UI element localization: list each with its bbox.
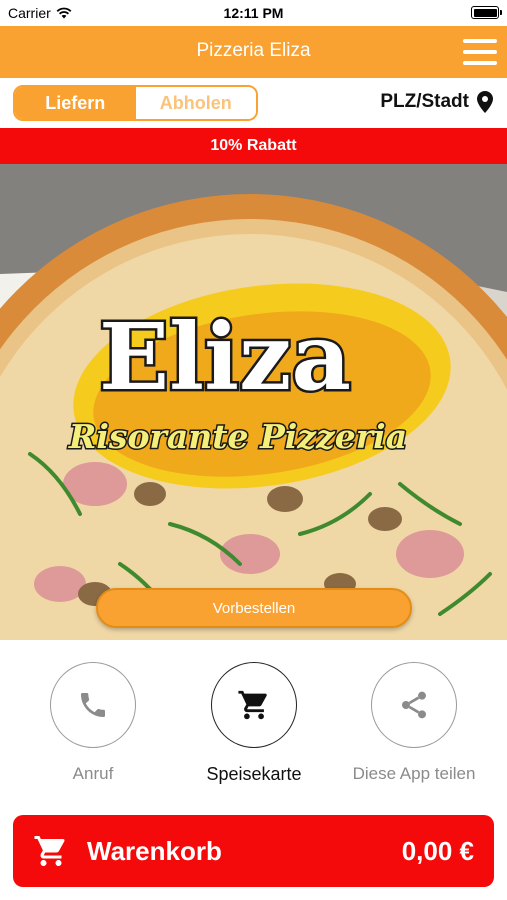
hamburger-menu-icon[interactable]: [463, 39, 497, 65]
share-action[interactable]: Diese App teilen: [339, 662, 489, 784]
cart-total: 0,00 €: [401, 835, 474, 866]
logo-subtitle: Risorante Pizzeria: [68, 417, 407, 456]
deliver-tab[interactable]: Liefern: [15, 87, 136, 119]
location-selector[interactable]: PLZ/Stadt: [380, 91, 493, 113]
status-bar: Carrier 12:11 PM: [0, 0, 507, 26]
call-action-label: Anruf: [72, 764, 114, 783]
location-pin-icon: [477, 91, 493, 113]
location-label: PLZ/Stadt: [380, 91, 469, 112]
share-action-circle[interactable]: [371, 662, 457, 748]
discount-banner: 10% Rabatt: [0, 128, 507, 164]
navigation-bar: Pizzeria Eliza: [0, 26, 507, 78]
menu-action-circle[interactable]: [211, 662, 297, 748]
order-mode-bar: Liefern Abholen PLZ/Stadt: [0, 78, 507, 128]
call-action-circle[interactable]: [50, 662, 136, 748]
page-title: Pizzeria Eliza: [196, 40, 311, 61]
quick-actions: Anruf Speisekarte Diese App teilen: [0, 640, 507, 810]
cart-button[interactable]: Warenkorb 0,00 €: [13, 815, 494, 887]
pickup-tab[interactable]: Abholen: [135, 87, 256, 119]
phone-icon: [81, 693, 105, 717]
menu-action[interactable]: Speisekarte: [179, 662, 329, 785]
cart-icon: [238, 690, 267, 720]
call-action[interactable]: Anruf: [18, 662, 168, 784]
logo-title: Eliza: [99, 303, 351, 411]
order-mode-toggle: Liefern Abholen: [13, 85, 258, 121]
share-icon: [402, 691, 426, 719]
cart-label: Warenkorb: [87, 835, 222, 866]
cart-icon: [34, 836, 65, 866]
share-action-label: Diese App teilen: [352, 764, 476, 783]
hero-banner: Eliza Risorante Pizzeria Vorbestellen: [0, 164, 507, 640]
battery-icon: [471, 6, 502, 19]
menu-action-label: Speisekarte: [206, 764, 302, 784]
status-time: 12:11 PM: [223, 5, 284, 21]
pizza-image: Eliza Risorante Pizzeria: [0, 164, 507, 640]
preorder-button[interactable]: Vorbestellen: [96, 588, 412, 628]
